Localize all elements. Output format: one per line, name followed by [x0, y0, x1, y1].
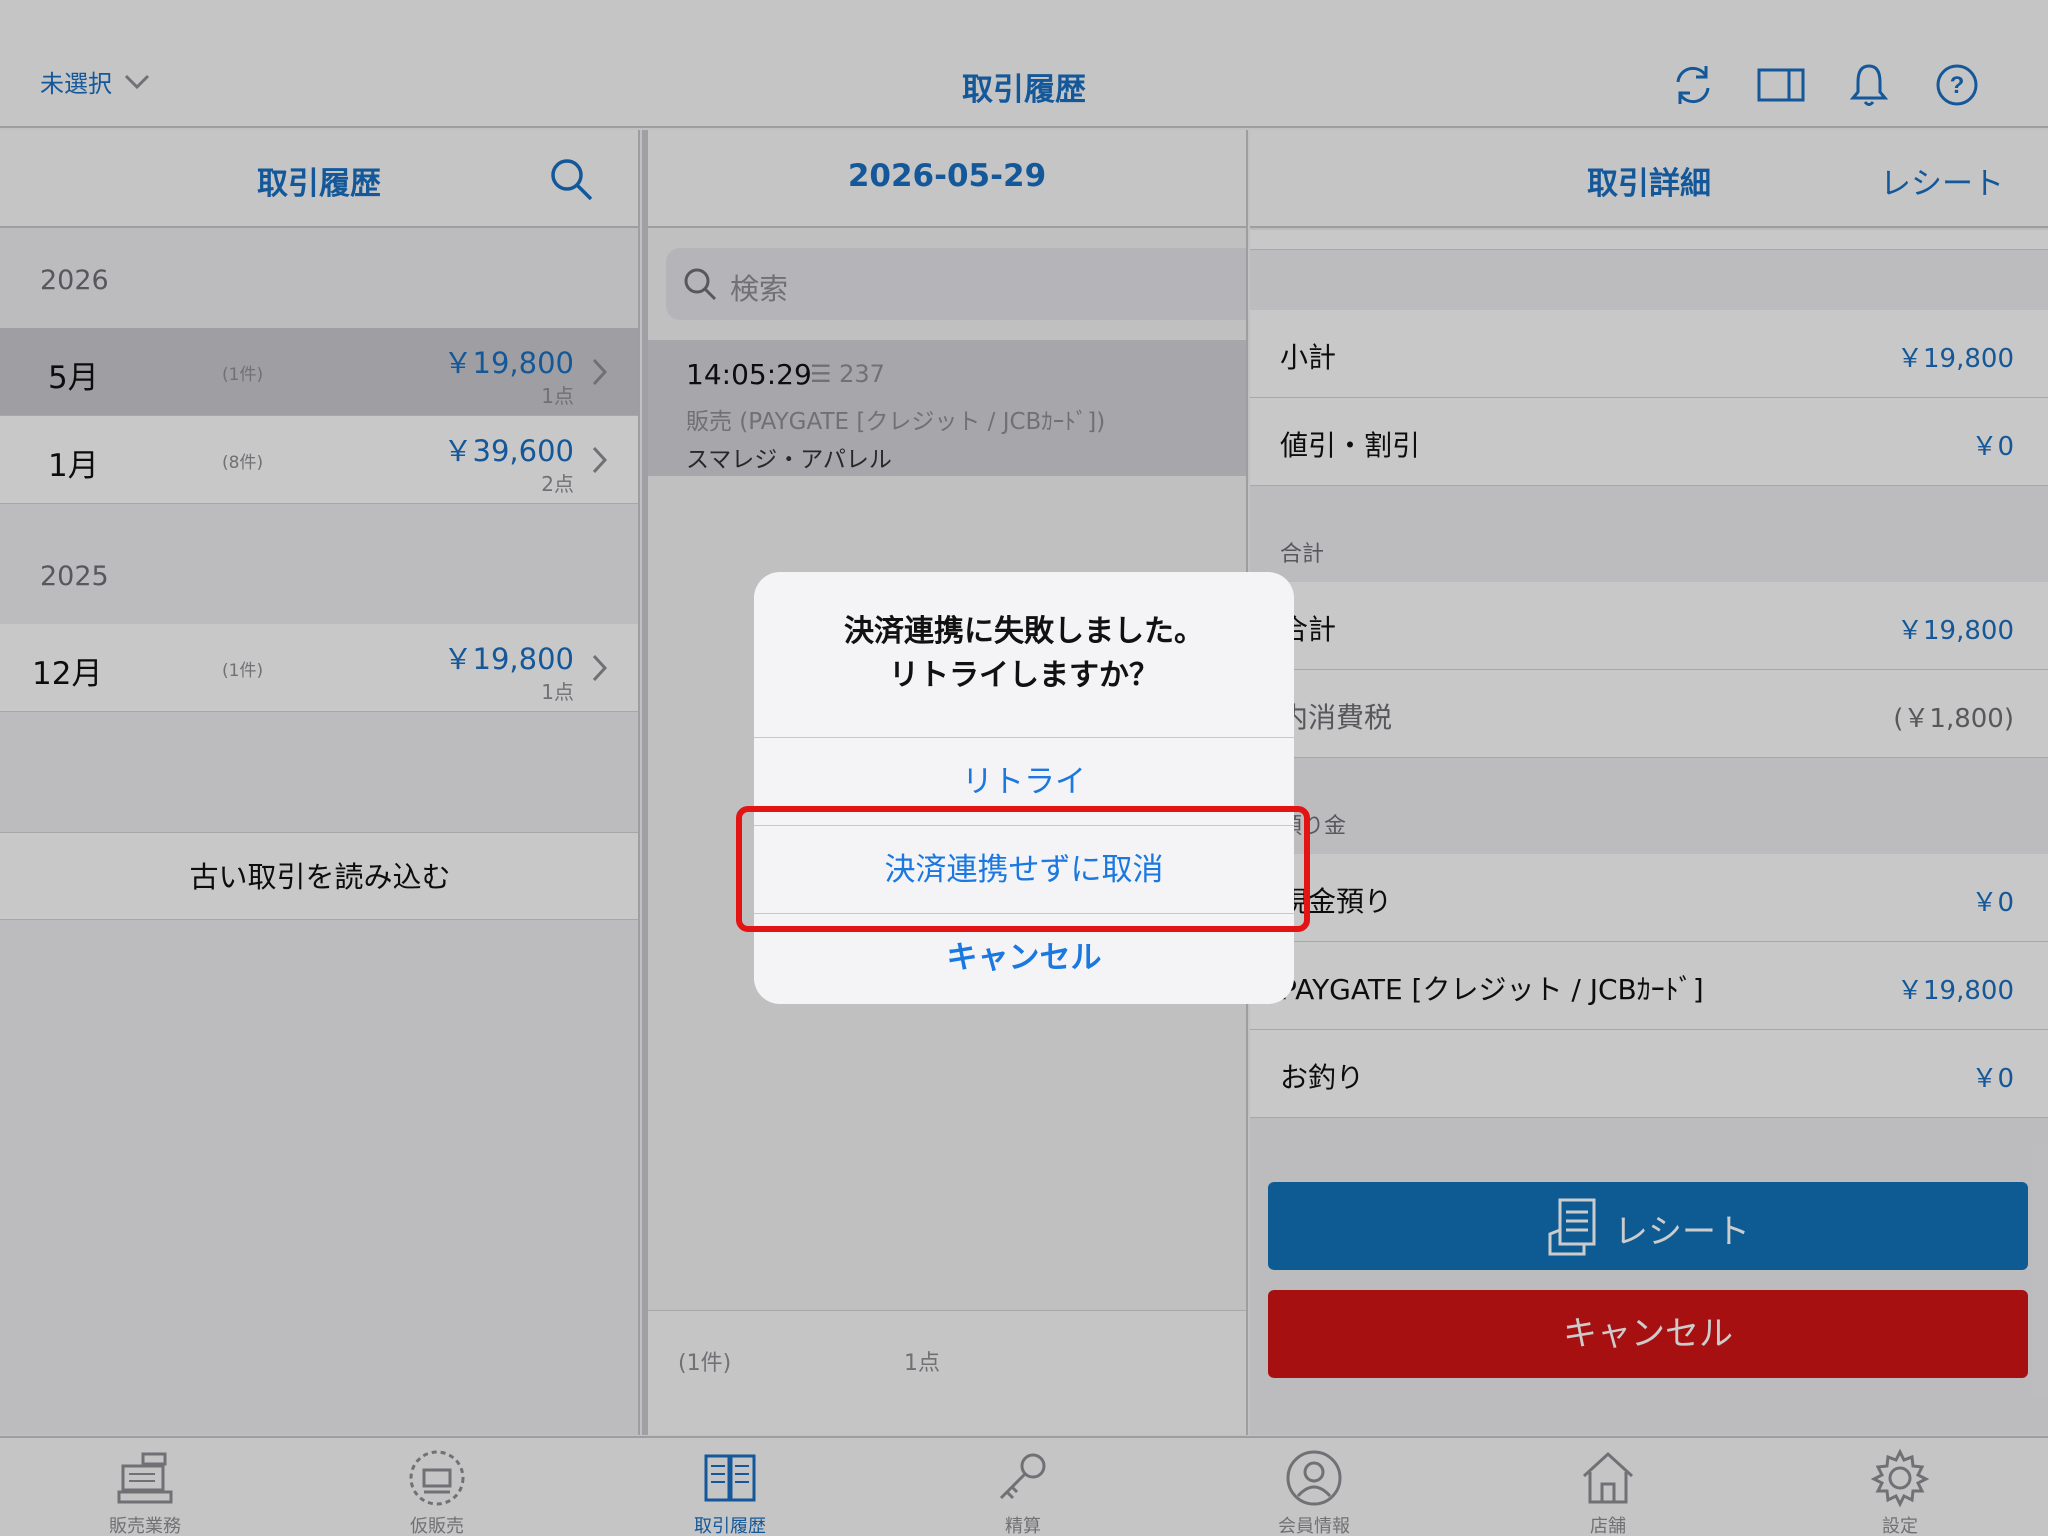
highlight-frame	[736, 806, 1310, 932]
alert-message: 決済連携に失敗しました。 リトライしますか？	[754, 610, 1294, 698]
alert-message-line-2: リトライしますか？	[889, 658, 1159, 693]
payment-failure-alert: 決済連携に失敗しました。 リトライしますか？ リトライ 決済連携せずに取消 キャ…	[754, 572, 1294, 1004]
alert-message-line-1: 決済連携に失敗しました。	[844, 614, 1204, 649]
